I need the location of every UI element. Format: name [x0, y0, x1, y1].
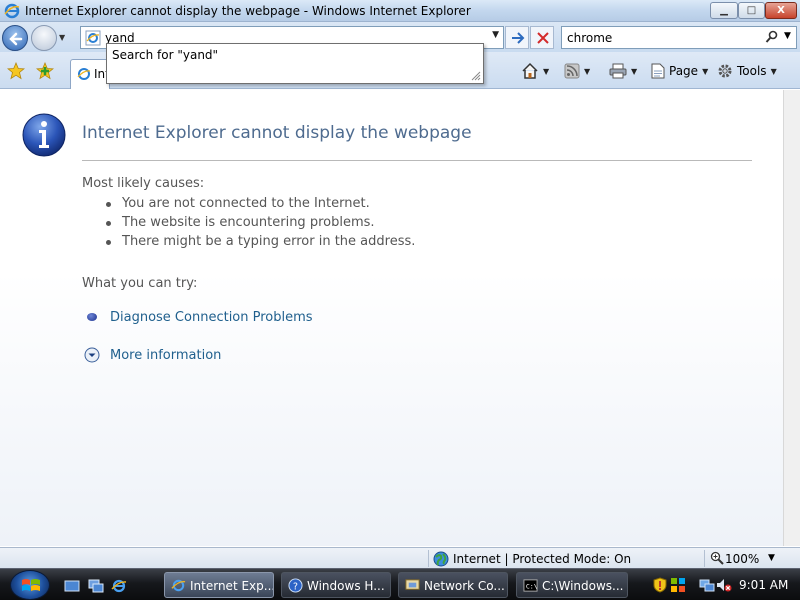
search-options-dropdown[interactable]: ▼ — [784, 31, 791, 41]
tools-dropdown-arrow[interactable]: ▼ — [771, 67, 777, 76]
search-input[interactable] — [567, 29, 747, 47]
status-bar: Internet | Protected Mode: On 100% ▼ — [0, 547, 800, 568]
favorites-star-icon[interactable] — [7, 62, 25, 80]
task-label: Network Co... — [424, 579, 505, 593]
forward-button[interactable] — [31, 25, 57, 51]
try-heading: What you can try: — [82, 276, 198, 291]
tools-menu-label: Tools — [737, 64, 767, 78]
page-menu-button[interactable]: Page ▼ — [651, 61, 708, 81]
info-icon — [22, 113, 66, 157]
page-icon — [651, 63, 665, 79]
printer-icon — [609, 63, 627, 79]
start-button[interactable] — [10, 570, 50, 600]
browser-tab[interactable]: Internet Explorer cannot display the web… — [70, 59, 110, 89]
taskbar: Internet Exp... ? Windows H... Network C… — [0, 568, 800, 600]
search-icon[interactable] — [765, 30, 779, 44]
autocomplete-search-suggestion[interactable]: Search for "yand" — [112, 48, 218, 62]
security-shield-icon[interactable] — [653, 577, 667, 593]
causes-heading: Most likely causes: — [82, 176, 205, 191]
close-button[interactable]: X — [765, 2, 797, 19]
show-desktop-icon[interactable] — [64, 578, 80, 594]
cause-item: The website is encountering problems. — [104, 215, 415, 234]
taskbar-item-internet-explorer[interactable]: Internet Exp... — [164, 572, 274, 598]
feeds-dropdown-arrow[interactable]: ▼ — [584, 67, 590, 76]
ie-icon — [171, 579, 186, 592]
home-button[interactable]: ▼ — [521, 61, 549, 81]
task-label: C:\Windows... — [542, 579, 624, 593]
page-menu-label: Page — [669, 64, 699, 78]
ie-window: Internet Explorer cannot display the web… — [0, 0, 800, 568]
recent-pages-dropdown[interactable]: ▼ — [59, 33, 69, 43]
zoom-dropdown-arrow[interactable]: ▼ — [768, 553, 775, 563]
stop-x-icon — [537, 32, 549, 44]
minimize-button[interactable]: ▁ — [710, 2, 738, 19]
home-icon — [522, 62, 538, 79]
tools-menu-button[interactable]: Tools ▼ — [717, 61, 777, 81]
resize-grip-icon[interactable] — [469, 69, 481, 81]
taskbar-item-windows-help[interactable]: ? Windows H... — [281, 572, 391, 598]
taskbar-clock[interactable]: 9:01 AM — [739, 578, 788, 592]
diagnose-connection-link[interactable]: Diagnose Connection Problems — [110, 310, 313, 325]
windows-update-icon[interactable] — [670, 577, 686, 593]
task-label: Internet Exp... — [190, 579, 274, 593]
vertical-scrollbar[interactable] — [783, 90, 800, 546]
gear-icon — [718, 64, 732, 78]
cause-item: You are not connected to the Internet. — [104, 196, 415, 215]
stop-button[interactable] — [530, 26, 554, 49]
switch-windows-icon[interactable] — [88, 578, 104, 594]
taskbar-item-network-connections[interactable]: Network Co... — [398, 572, 508, 598]
rss-feed-icon — [564, 63, 580, 79]
svg-text:?: ? — [293, 581, 298, 592]
page-content: Internet Explorer cannot display the web… — [0, 90, 783, 546]
ie-page-icon — [85, 30, 101, 46]
divider — [82, 160, 752, 161]
back-arrow-icon — [9, 32, 23, 46]
status-divider — [428, 550, 429, 567]
zoom-magnifier-icon[interactable] — [710, 551, 724, 565]
task-label: Windows H... — [307, 579, 385, 593]
title-bar: Internet Explorer cannot display the web… — [0, 0, 800, 22]
go-arrow-icon — [512, 32, 525, 44]
search-box[interactable]: ▼ — [561, 26, 797, 49]
security-zone-text[interactable]: Internet | Protected Mode: On — [453, 552, 631, 566]
go-button[interactable] — [505, 26, 529, 49]
causes-list: You are not connected to the Internet. T… — [104, 196, 415, 253]
expand-chevron-icon[interactable] — [84, 347, 100, 363]
command-prompt-icon: C:\ — [523, 579, 538, 592]
help-icon: ? — [288, 578, 303, 593]
add-favorites-icon[interactable] — [36, 62, 54, 80]
home-dropdown-arrow[interactable]: ▼ — [543, 67, 549, 76]
network-status-icon[interactable] — [699, 577, 715, 593]
svg-text:C:\: C:\ — [526, 582, 538, 590]
window-title: Internet Explorer cannot display the web… — [25, 4, 471, 18]
windows-logo-icon — [22, 579, 40, 591]
ie-page-icon — [77, 68, 91, 80]
ie-quick-launch-icon[interactable] — [111, 578, 127, 594]
maximize-button[interactable]: □ — [738, 2, 765, 19]
error-title: Internet Explorer cannot display the web… — [82, 123, 472, 143]
taskbar-item-command-prompt[interactable]: C:\ C:\Windows... — [516, 572, 628, 598]
print-dropdown-arrow[interactable]: ▼ — [631, 67, 637, 76]
autocomplete-dropdown: Search for "yand" — [106, 43, 484, 84]
more-information-link[interactable]: More information — [110, 348, 221, 363]
print-button[interactable]: ▼ — [609, 61, 637, 81]
cause-item: There might be a typing error in the add… — [104, 234, 415, 253]
globe-icon — [433, 551, 449, 567]
zoom-level[interactable]: 100% — [725, 552, 759, 566]
page-dropdown-arrow[interactable]: ▼ — [702, 67, 708, 76]
network-icon — [405, 579, 420, 590]
bullet-icon — [87, 313, 97, 321]
ie-logo-icon — [4, 3, 20, 19]
feeds-button[interactable]: ▼ — [564, 61, 590, 81]
back-button[interactable] — [2, 25, 28, 51]
volume-muted-icon[interactable] — [716, 577, 732, 593]
address-dropdown-arrow[interactable]: ▼ — [492, 30, 499, 40]
status-divider — [704, 550, 705, 567]
